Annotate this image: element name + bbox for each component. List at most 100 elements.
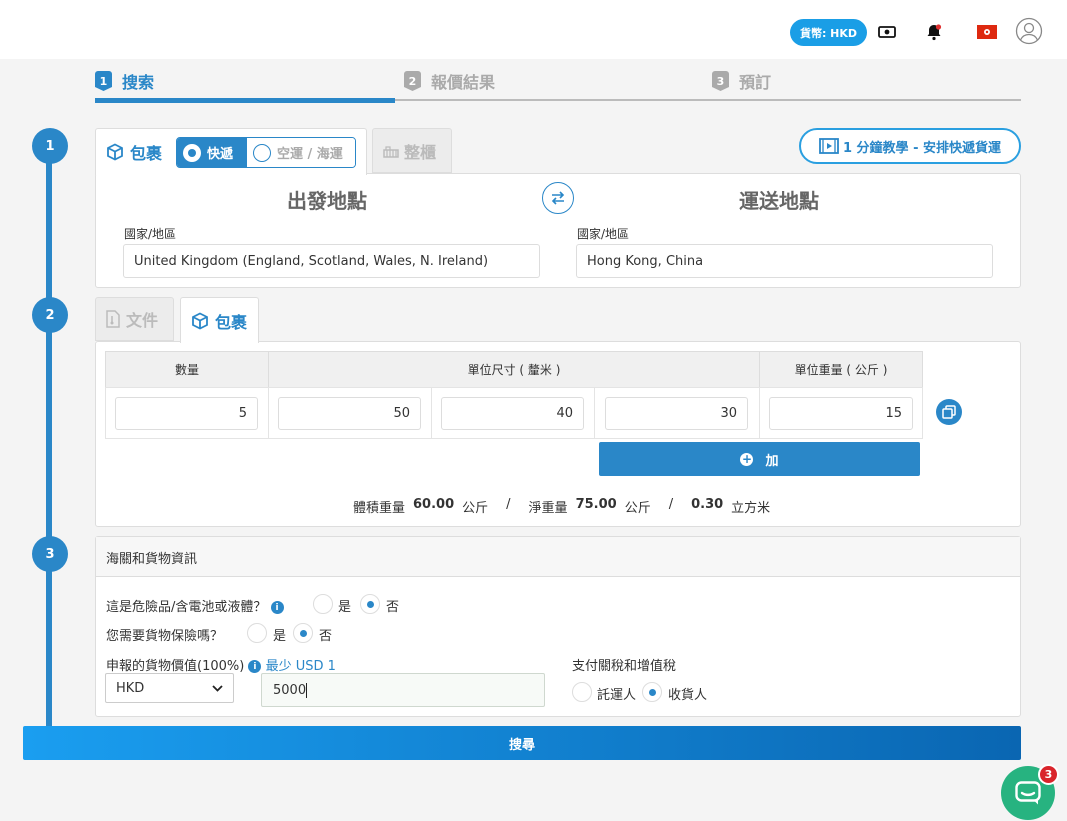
col-dimensions: 單位尺寸 ( 釐米 ) — [268, 351, 760, 388]
insurance-no-radio[interactable] — [293, 623, 313, 643]
toggle-air-sea-label: 空運 / 海運 — [277, 147, 343, 162]
declared-value-input[interactable]: 5000 — [261, 673, 545, 707]
step-number: 2 — [404, 71, 421, 91]
toggle-air-sea[interactable]: 空運 / 海運 — [247, 138, 355, 167]
plus-circle-icon: + — [740, 451, 754, 466]
toggle-express-label: 快遞 — [207, 147, 234, 162]
dangerous-yes-radio[interactable] — [313, 594, 333, 614]
step-label: 搜索 — [122, 73, 155, 92]
bell-icon[interactable] — [922, 20, 946, 44]
origin-title: 出發地點 — [287, 189, 367, 213]
vol-weight-unit: 公斤 — [462, 501, 489, 516]
dangerous-goods-question: 這是危險品/含電池或液體？ i — [106, 596, 284, 615]
container-icon — [383, 144, 399, 158]
vol-weight-value: 60.00 — [413, 497, 455, 512]
duty-consignee-radio[interactable] — [642, 682, 662, 702]
currency-select[interactable]: HKD — [105, 673, 234, 703]
duty-shipper-label: 託運人 — [597, 688, 637, 703]
box-icon — [191, 311, 209, 330]
text-cursor — [306, 682, 308, 698]
step-tab-search[interactable]: 1 搜索 — [95, 66, 154, 96]
copy-icon — [942, 405, 956, 419]
declared-value-text: 5000 — [273, 682, 307, 698]
insurance-yes-label: 是 — [273, 629, 287, 644]
info-icon[interactable]: i — [270, 601, 284, 614]
declared-value-label: 申報的貨物價值(100%) — [106, 659, 245, 674]
shipping-mode-toggle: 快遞 空運 / 海運 — [176, 137, 356, 168]
toggle-express[interactable]: 快遞 — [177, 138, 247, 167]
duty-consignee-label: 收貨人 — [668, 688, 708, 703]
volume-unit: 立方米 — [731, 501, 771, 516]
swap-button[interactable] — [542, 182, 574, 214]
customs-header: 海關和貨物資訊 — [96, 537, 1020, 577]
copy-row-button[interactable] — [936, 399, 962, 425]
tab-parcel-mode[interactable]: 包裹 快遞 空運 / 海運 — [95, 128, 367, 175]
step-label: 預訂 — [739, 73, 772, 92]
customs-title: 海關和貨物資訊 — [106, 552, 198, 567]
duty-shipper-radio[interactable] — [572, 682, 592, 702]
video-icon — [819, 138, 839, 154]
hk-flag-icon[interactable] — [975, 20, 999, 44]
destination-field-label: 國家/地區 — [577, 227, 630, 241]
radio-on-icon — [183, 143, 201, 162]
width-input[interactable]: 40 — [441, 397, 584, 430]
radio-off-icon — [253, 143, 271, 162]
dangerous-yes-label: 是 — [338, 600, 352, 615]
timeline-dot-3: 3 — [32, 536, 68, 572]
declared-min-note: 最少 USD 1 — [265, 659, 336, 674]
info-icon[interactable]: i — [248, 660, 262, 673]
cash-icon[interactable] — [875, 20, 899, 44]
volume-value: 0.30 — [691, 497, 724, 512]
add-row-button[interactable]: + 加 — [599, 442, 920, 476]
net-weight-unit: 公斤 — [624, 501, 651, 516]
weight-input[interactable]: 15 — [769, 397, 913, 430]
step-number: 1 — [95, 71, 112, 91]
step-active-underline — [95, 98, 395, 103]
currency-selector[interactable]: 貨幣: HKD — [790, 19, 867, 46]
net-weight-label: 淨重量 — [528, 501, 568, 516]
dangerous-no-radio[interactable] — [360, 594, 380, 614]
origin-field-label: 國家/地區 — [124, 227, 177, 241]
tab-document[interactable]: 文件 — [95, 297, 174, 341]
step-label: 報價結果 — [431, 73, 496, 92]
height-input[interactable]: 30 — [605, 397, 748, 430]
tab-container-label: 整櫃 — [404, 142, 437, 162]
step-number: 3 — [712, 71, 729, 91]
timeline-dot-1: 1 — [32, 128, 68, 164]
step-tab-booking[interactable]: 3 預訂 — [712, 66, 771, 96]
timeline-dot-2: 2 — [32, 297, 68, 333]
tab-parcel-label: 包裹 — [130, 144, 163, 163]
currency-select-value: HKD — [116, 680, 145, 696]
summary-separator: / — [506, 497, 511, 512]
col-quantity: 數量 — [105, 351, 269, 388]
net-weight-value: 75.00 — [575, 497, 617, 512]
chat-badge: 3 — [1038, 764, 1059, 785]
search-button[interactable]: 搜尋 — [23, 726, 1021, 760]
chat-icon — [1015, 781, 1041, 805]
step-underline — [395, 99, 1021, 101]
insurance-yes-radio[interactable] — [247, 623, 267, 643]
declared-value-label-group: 申報的貨物價值(100%) i 最少 USD 1 — [106, 655, 336, 674]
destination-title: 運送地點 — [739, 189, 819, 213]
tab-parcel-label: 包裹 — [215, 312, 248, 332]
insurance-no-label: 否 — [319, 629, 333, 644]
insurance-question: 您需要貨物保險嗎？ — [106, 629, 224, 644]
destination-country-field[interactable]: Hong Kong, China — [576, 244, 993, 278]
document-icon — [106, 310, 120, 328]
timeline-bar — [46, 148, 52, 728]
step-tab-results[interactable]: 2 報價結果 — [404, 66, 495, 96]
tab-parcel[interactable]: 包裹 — [180, 297, 259, 343]
box-icon — [106, 143, 124, 161]
tab-document-label: 文件 — [126, 311, 159, 330]
quantity-input[interactable]: 5 — [115, 397, 258, 430]
tab-container[interactable]: 整櫃 — [372, 128, 452, 173]
top-header: 貨幣: HKD — [0, 0, 1067, 59]
weight-summary: 體積重量 60.00 公斤 / 淨重量 75.00 公斤 / 0.30 立方米 — [353, 497, 770, 516]
origin-country-field[interactable]: United Kingdom (England, Scotland, Wales… — [123, 244, 540, 278]
col-weight: 單位重量 ( 公斤 ) — [759, 351, 923, 388]
swap-icon — [550, 191, 566, 205]
user-icon[interactable] — [1015, 17, 1043, 45]
tutorial-button[interactable]: 1 分鐘教學 - 安排快遞貨運 — [799, 128, 1021, 164]
vol-weight-label: 體積重量 — [353, 501, 406, 516]
length-input[interactable]: 50 — [278, 397, 421, 430]
